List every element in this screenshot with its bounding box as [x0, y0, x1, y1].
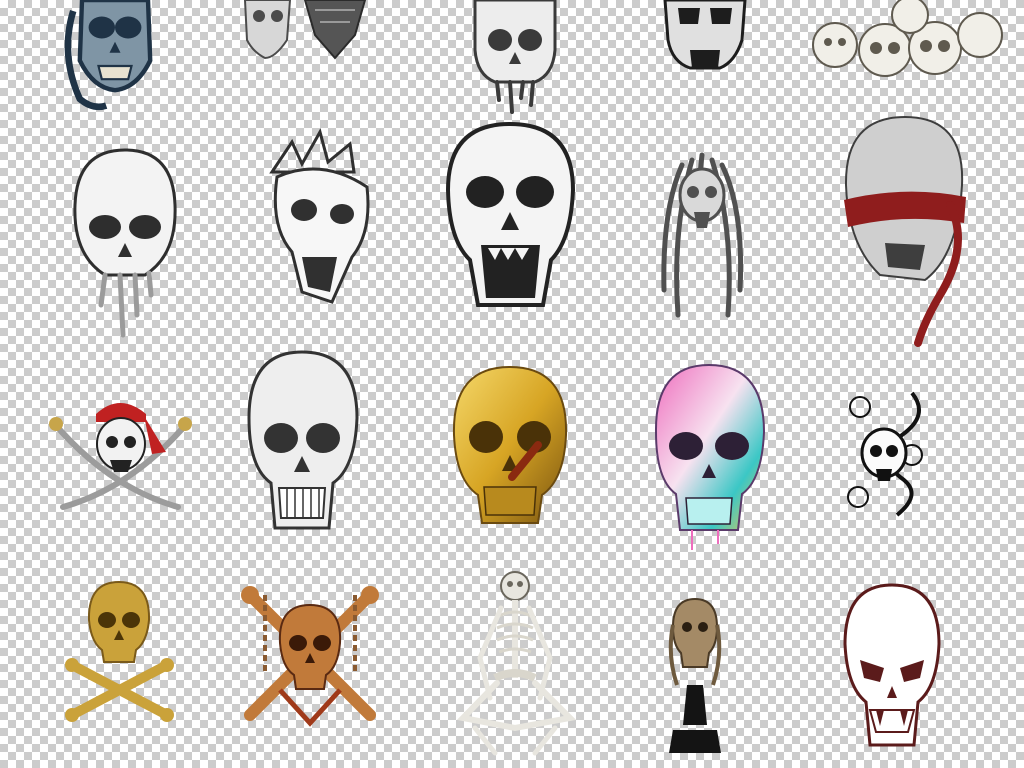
red-blindfold-skull-tile [840, 115, 970, 347]
pirate-crossed-sabres-tile [48, 392, 193, 512]
screaming-skull-icon [445, 121, 576, 307]
watercolor-skull-icon [654, 363, 766, 550]
dripping-sketch-skull-tile [460, 0, 570, 120]
skull-bust-pedestal-icon [668, 597, 722, 753]
pirate-skull-sabres-icon [49, 403, 192, 510]
gold-jolly-roger-tile [62, 580, 177, 722]
skull-pile-icon [812, 0, 1003, 77]
outline-vampire-skull-tile [842, 582, 942, 750]
bandana-twin-skulls-tile [235, 0, 375, 60]
bronze-skull-chains-icon [241, 586, 379, 727]
dreadlock-skull-tile [652, 150, 752, 320]
snake-rose-skull-icon [847, 391, 923, 517]
gold-skull-cigar-icon [452, 365, 568, 524]
screaming-skull-tile [443, 120, 578, 310]
seated-skeleton-icon [456, 571, 577, 756]
pencil-skull-tile [245, 348, 360, 533]
thorn-crown-skull-tile [262, 128, 377, 307]
gold-skull-crossbones-icon [65, 580, 174, 722]
diver-mask-skull-tile [50, 0, 180, 111]
transparent-sticker-sheet [0, 0, 1024, 768]
gold-cigar-skull-tile [450, 365, 570, 525]
snake-rose-skull-tile [842, 385, 927, 520]
seated-skeleton-tile [455, 568, 580, 763]
dripping-skull-icon [473, 0, 557, 114]
outline-vampire-skull-icon [843, 583, 941, 747]
watercolor-skull-tile [652, 362, 767, 552]
red-blindfold-skull-icon [844, 115, 966, 347]
skull-pile-tile [810, 0, 1005, 90]
melting-skull-tile [65, 145, 185, 340]
thorn-crown-skull-icon [269, 128, 370, 304]
melting-skull-icon [73, 148, 177, 338]
stencil-skull-tile [660, 0, 750, 75]
skull-bust-pedestal-tile [665, 595, 725, 755]
stencil-skull-icon [663, 0, 747, 70]
dreadlock-skull-icon [661, 152, 744, 318]
diver-mask-skull-icon [64, 0, 153, 111]
bronze-chain-crossbones-tile [240, 585, 380, 727]
pencil-skull-icon [247, 350, 359, 530]
bandana-skull-pair-icon [243, 0, 367, 60]
